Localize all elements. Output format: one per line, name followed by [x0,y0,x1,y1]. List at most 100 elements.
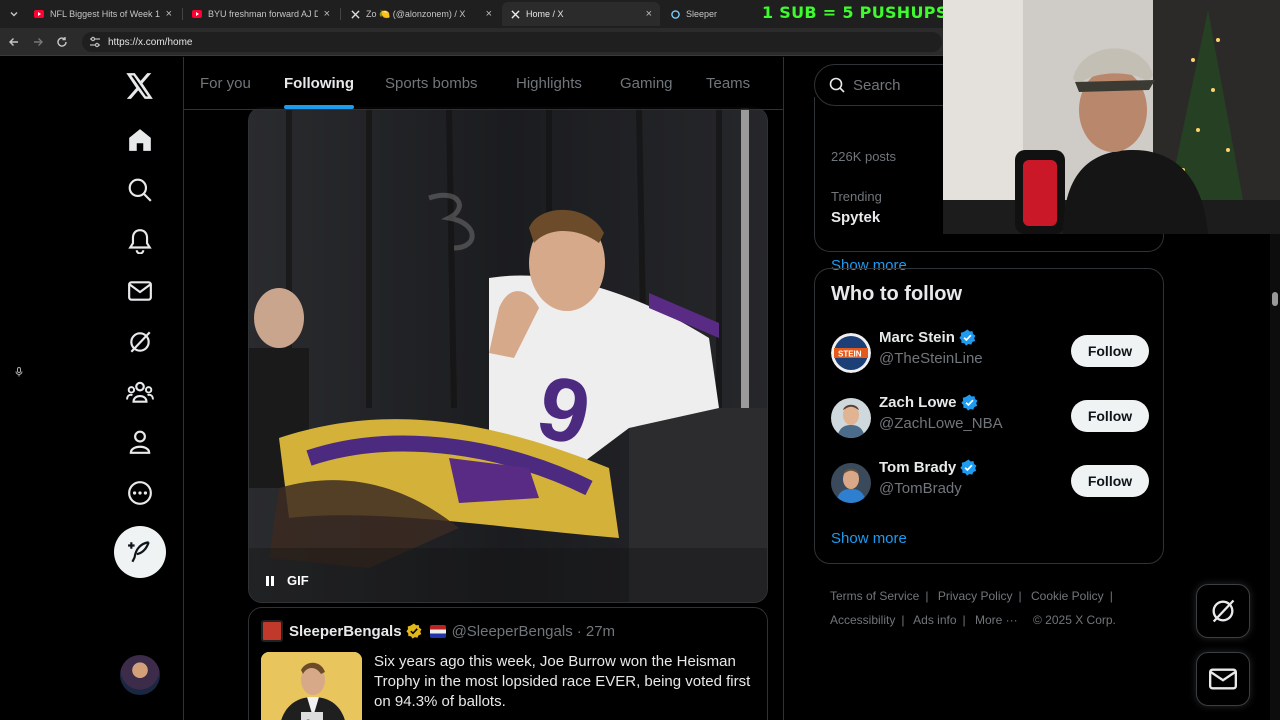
gif-badge: GIF [287,573,309,588]
back-button[interactable] [6,34,22,50]
marc-stein-avatar[interactable]: STEIN [831,333,871,373]
post-author-handle[interactable]: @SleeperBengals [452,623,573,640]
post-author-name[interactable]: SleeperBengals [289,623,402,640]
post-author-avatar[interactable] [261,620,283,642]
tab-for-you[interactable]: For you [200,57,251,110]
browser-tab-active[interactable]: Home / X × [502,2,660,26]
explore-search-icon[interactable] [115,165,165,215]
verified-gold-badge-icon [405,623,422,639]
trend-name[interactable]: Spytek [831,209,880,226]
footer-divider: | [1109,589,1113,603]
gif-image: 9 [249,108,767,602]
post-time[interactable]: · 27m [577,623,615,640]
pause-icon[interactable] [265,575,275,587]
trend-category-label: Trending [831,189,882,204]
gif-controls: GIF [265,573,309,588]
gif-media[interactable]: 9 GIF [248,107,768,603]
follow-button[interactable]: Follow [1071,465,1149,497]
copyright: © 2025 X Corp. [1033,613,1116,627]
follow-suggestion[interactable]: Zach Lowe @ZachLowe_NBA Follow [831,392,1149,444]
who-to-follow-show-more-link[interactable]: Show more [831,530,907,547]
page-scrollbar[interactable] [1270,234,1280,720]
tab-divider [182,8,183,20]
microphone-icon [15,367,23,377]
close-icon[interactable]: × [324,8,330,20]
notifications-bell-icon[interactable] [115,216,165,266]
footer-link[interactable]: Ads info [913,613,956,627]
x-icon [510,9,520,19]
tab-teams[interactable]: Teams [706,57,750,110]
footer-link[interactable]: Accessibility [830,613,895,627]
footer-divider: | [962,613,966,627]
footer-link[interactable]: Cookie Policy [1031,589,1104,603]
messages-floating-button[interactable] [1196,652,1250,706]
follow-button[interactable]: Follow [1071,400,1149,432]
home-icon[interactable] [115,115,165,165]
who-to-follow-heading: Who to follow [831,283,963,305]
site-info-icon[interactable] [88,35,102,49]
follow-suggestion[interactable]: Tom Brady @TomBrady Follow [831,457,1149,509]
active-tab-indicator [284,105,354,109]
tom-brady-avatar[interactable] [831,463,871,503]
left-sidebar [0,57,184,720]
communities-icon[interactable] [115,367,165,417]
scrollbar-thumb[interactable] [1272,292,1278,306]
suggestion-handle: @TomBrady [879,480,962,497]
verified-badge-icon [960,394,977,411]
tab-sports-bombs[interactable]: Sports bombs [385,57,478,110]
footer-more-link[interactable]: More ··· [975,613,1018,627]
search-placeholder: Search [853,76,901,94]
browser-tab[interactable]: NFL Biggest Hits of Week 14 - Y × [26,2,180,26]
profile-icon[interactable] [115,417,165,467]
suggestion-handle: @ZachLowe_NBA [879,415,1003,432]
webcam-overlay [943,0,1280,234]
trend-post-count: 226K posts [831,149,897,164]
who-to-follow-card: Who to follow STEIN Marc Stein @TheStein… [814,268,1164,564]
suggestion-name-text: Zach Lowe [879,394,957,411]
footer-link[interactable]: Terms of Service [830,589,919,603]
tab-search-button[interactable] [4,4,24,24]
post-header: SleeperBengals @SleeperBengals · 27m [261,620,615,642]
grok-floating-button[interactable] [1196,584,1250,638]
youtube-icon [34,9,44,19]
x-icon [350,9,360,19]
feather-plus-icon [128,541,150,563]
forward-button[interactable] [30,34,46,50]
post-card[interactable]: SleeperBengals @SleeperBengals · 27m 9 S… [248,607,768,720]
tab-title: Sleeper [686,9,718,19]
footer-divider: | [925,589,929,603]
tab-gaming[interactable]: Gaming [620,57,673,110]
follow-button[interactable]: Follow [1071,335,1149,367]
more-circle-icon[interactable] [115,468,165,518]
zach-lowe-avatar[interactable] [831,398,871,438]
post-thumbnail-image[interactable]: 9 [261,652,362,720]
url-text: https://x.com/home [108,36,193,48]
messages-envelope-icon[interactable] [115,266,165,316]
arrow-left-icon [9,38,18,46]
url-field[interactable]: https://x.com/home [82,32,942,52]
tab-title: Zo 🍋 (@alonzonem) / X [366,8,466,19]
browser-tab[interactable]: Zo 🍋 (@alonzonem) / X × [342,2,500,26]
close-icon[interactable]: × [486,8,492,20]
x-logo-icon[interactable] [115,61,165,111]
browser-tab[interactable]: BYU freshman forward AJ Dybar × [184,2,338,26]
suggestion-name: Zach Lowe [879,394,978,411]
suggestion-name-text: Tom Brady [879,459,957,476]
close-icon[interactable]: × [646,8,652,20]
tab-highlights[interactable]: Highlights [516,57,582,110]
grok-icon[interactable] [115,317,165,367]
compose-post-button[interactable] [114,526,166,578]
affiliate-badge-icon [429,624,446,638]
follow-suggestion[interactable]: STEIN Marc Stein @TheSteinLine Follow [831,327,1149,379]
youtube-icon [192,9,202,19]
account-avatar[interactable] [120,655,160,695]
reload-button[interactable] [54,34,70,50]
footer-link[interactable]: Privacy Policy [938,589,1013,603]
sleeper-icon [670,9,680,19]
tab-divider [340,8,341,20]
tab-following[interactable]: Following [284,57,354,110]
browser-tab[interactable]: Sleeper [662,2,758,26]
close-icon[interactable]: × [166,8,172,20]
suggestion-handle: @TheSteinLine [879,350,983,367]
feed-tabs: For you Following Sports bombs Highlight… [184,57,783,110]
